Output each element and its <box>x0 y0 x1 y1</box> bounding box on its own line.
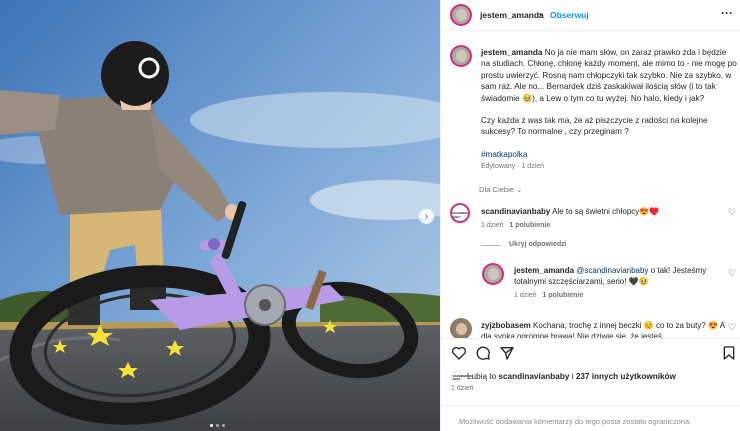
heart-icon[interactable] <box>451 345 467 361</box>
likes-middle: i <box>571 372 574 381</box>
post-action-bar <box>441 338 740 366</box>
caption-username[interactable]: jestem_amanda <box>481 48 542 57</box>
carousel-dot <box>222 424 225 427</box>
carousel-next-button[interactable]: › <box>419 209 434 224</box>
child-on-balance-bike-image <box>0 0 440 431</box>
reply-meta: 1 dzień 1 polubienie <box>514 292 583 299</box>
chevron-right-icon: › <box>424 210 429 222</box>
likes-user[interactable]: scandinavianbaby <box>498 372 569 381</box>
bookmark-icon[interactable] <box>721 345 737 361</box>
comment-likes[interactable]: 1 polubienie <box>509 222 550 229</box>
commenter-avatar[interactable]: SCANDINAVIAN BABY <box>449 202 471 224</box>
comment-username[interactable]: scandinavianbaby <box>481 207 550 216</box>
edited-timestamp: Edytowany · 1 dzień <box>481 163 545 170</box>
reply-like-heart-icon[interactable]: ♡ <box>728 268 736 279</box>
carousel-dot <box>216 424 219 427</box>
caption: jestem_amanda No ja nie mam słów, on zar… <box>481 47 737 160</box>
commenter-avatar[interactable] <box>450 318 472 340</box>
comment-username[interactable]: zyjzbobasem <box>481 321 531 330</box>
carousel-indicator <box>210 424 225 427</box>
for-you-sort-button[interactable]: Dla Ciebie ⌄ <box>479 185 523 194</box>
post-header: jestem_amanda • Obserwuj ··· <box>441 0 740 31</box>
reply-author-avatar[interactable] <box>482 263 504 285</box>
post-photo: › <box>0 0 440 431</box>
liker-avatar[interactable]: SCANDINAVIAN BABY <box>451 371 472 382</box>
separator-dot: • <box>539 9 542 19</box>
reply-username[interactable]: jestem_amanda <box>514 266 574 275</box>
caption-author-avatar[interactable] <box>450 45 472 67</box>
post-timestamp: 1 dzień <box>451 385 474 392</box>
hide-replies-button[interactable]: Ukryj odpowiedzi <box>509 241 567 248</box>
comment-meta: 1 dzień 1 polubienie <box>481 222 550 229</box>
author-username[interactable]: jestem_amanda <box>480 10 544 20</box>
reply-time: 1 dzień <box>514 292 537 299</box>
more-horizontal-icon[interactable]: ··· <box>721 6 733 20</box>
comment-text: Kochana, trochę z innej beczki 😊 co to z… <box>533 321 706 330</box>
caption-paragraph-2: Czy każda z was tak ma, że aż piszczycie… <box>481 116 708 137</box>
comments-restricted-notice: Możliwość dodawania komentarzy do tego p… <box>441 405 740 431</box>
post-side-panel: jestem_amanda • Obserwuj ··· jestem_aman… <box>440 0 740 431</box>
reply: jestem_amanda @scandinavianbaby o tak! J… <box>514 265 719 287</box>
comment-like-heart-icon[interactable]: ♡ <box>728 207 736 218</box>
likes-others[interactable]: 237 innych użytkowników <box>576 372 676 381</box>
carousel-dot <box>210 424 213 427</box>
comment: scandinavianbaby Ale to są świetni chłop… <box>481 206 721 217</box>
comment-text: Ale to są świetni chłopcy😍♥️ <box>552 207 660 216</box>
comment-icon[interactable] <box>475 345 491 361</box>
comments-restricted-text: Możliwość dodawania komentarzy do tego p… <box>459 417 692 426</box>
follow-button[interactable]: Obserwuj <box>550 10 589 20</box>
reply-mention[interactable]: @scandinavianbaby <box>576 266 648 275</box>
share-icon[interactable] <box>499 345 515 361</box>
likes-summary[interactable]: Lubią to scandinavianbaby i 237 innych u… <box>467 372 676 381</box>
comment-like-heart-icon[interactable]: ♡ <box>728 322 736 333</box>
hashtag-link[interactable]: #matkapolka <box>481 149 737 160</box>
author-avatar[interactable] <box>450 4 472 26</box>
likes-prefix: Lubią to <box>467 372 497 381</box>
reply-likes[interactable]: 1 polubienie <box>542 292 583 299</box>
divider-line <box>481 245 501 246</box>
comment-time: 1 dzień <box>481 222 504 229</box>
